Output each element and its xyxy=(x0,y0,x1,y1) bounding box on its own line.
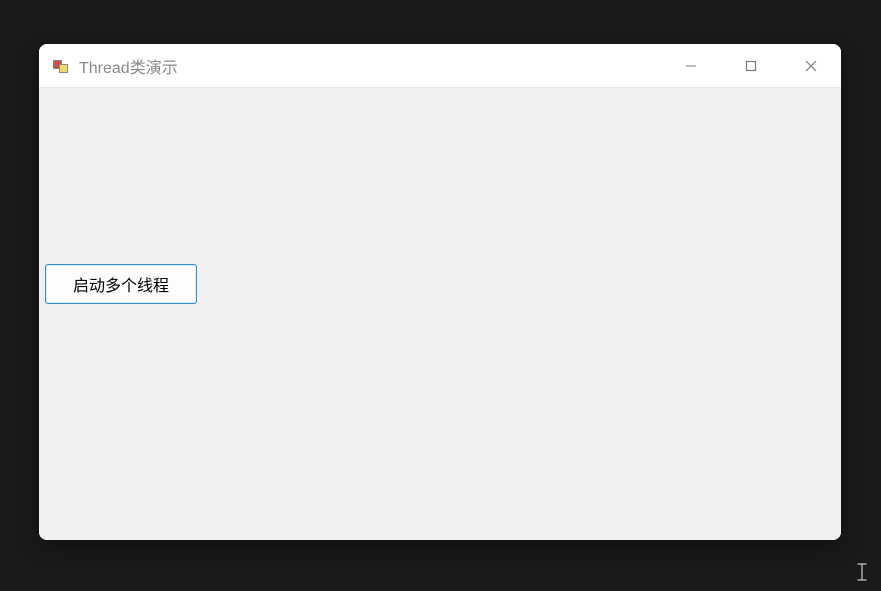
minimize-button[interactable] xyxy=(661,44,721,87)
maximize-icon xyxy=(745,60,757,72)
app-icon xyxy=(53,58,69,74)
window-title: Thread类演示 xyxy=(79,54,661,78)
close-button[interactable] xyxy=(781,44,841,87)
text-cursor-icon xyxy=(855,562,869,587)
minimize-icon xyxy=(685,60,697,72)
start-threads-button[interactable]: 启动多个线程 xyxy=(45,264,197,304)
close-icon xyxy=(805,60,817,72)
app-window: Thread类演示 启动多个线程 xyxy=(39,44,841,540)
maximize-button[interactable] xyxy=(721,44,781,87)
titlebar[interactable]: Thread类演示 xyxy=(39,44,841,88)
client-area: 启动多个线程 xyxy=(39,88,841,540)
window-controls xyxy=(661,44,841,87)
